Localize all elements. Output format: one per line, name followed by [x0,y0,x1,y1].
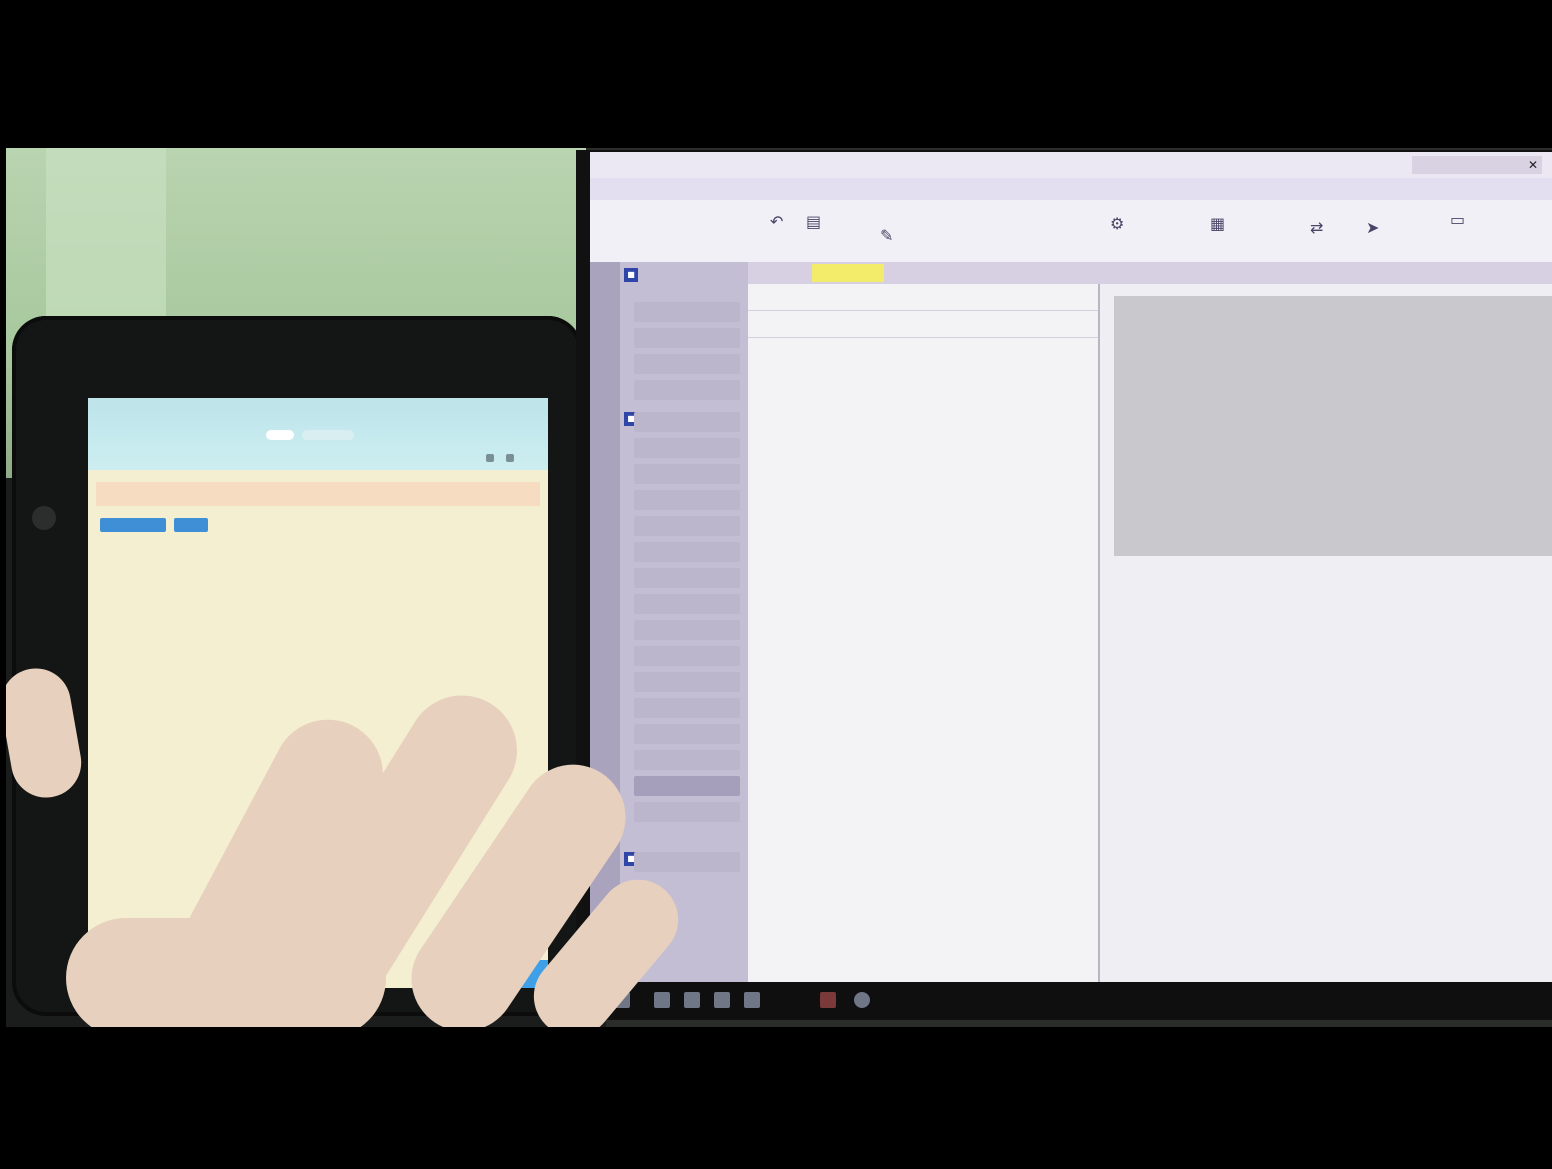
ribbon-toolbar: ↶ ▤ ✎ ⚙ ▦ ⇄ ➤ ▭ [590,200,1552,263]
content-tab[interactable] [758,264,774,282]
send-icon[interactable]: ➤ [1366,218,1379,237]
taskbar-app-icon[interactable] [744,992,760,1008]
nav-item[interactable] [634,302,740,322]
tool-icon-2[interactable]: ▦ [1210,214,1225,233]
titlebar-search[interactable] [1412,156,1542,174]
nav-item[interactable] [634,646,740,666]
app-titlebar: ✕ [590,152,1552,178]
windows-taskbar [590,982,1552,1018]
nav-item[interactable] [634,542,740,562]
tablet-secondary-button[interactable] [174,518,208,532]
nav-item[interactable] [634,620,740,640]
letterbox-bottom [0,1027,1552,1169]
video-frame: ✕ ↶ ▤ ✎ ⚙ ▦ ⇄ ➤ ▭ ■ ■ ■ [0,0,1552,1169]
nav-item[interactable] [634,438,740,458]
nav-item[interactable] [634,698,740,718]
detail-preview [1114,296,1552,556]
tablet-button-row [96,518,540,534]
nav-item[interactable] [634,354,740,374]
tool-icon[interactable]: ⚙ [1110,214,1124,233]
taskbar-app-icon[interactable] [854,992,870,1008]
close-icon[interactable]: ✕ [1528,152,1538,178]
nav-item[interactable] [634,750,740,770]
taskbar-app-icon[interactable] [820,992,836,1008]
nav-item-active[interactable] [634,776,740,796]
share-icon[interactable]: ⇄ [1310,218,1323,237]
tablet-status-bar [88,398,548,410]
desktop-screen: ✕ ↶ ▤ ✎ ⚙ ▦ ⇄ ➤ ▭ ■ ■ ■ [590,152,1552,982]
list-row[interactable] [748,311,1098,338]
taskbar-app-icon[interactable] [714,992,730,1008]
taskbar-app-icon[interactable] [654,992,670,1008]
tablet-camera [32,506,56,530]
folder-icon[interactable]: ▤ [806,212,821,231]
content-tab[interactable] [958,264,974,282]
nav-section-icon[interactable]: ■ [624,268,638,282]
tablet-icon-a[interactable] [486,454,494,462]
tablet-tab-pill[interactable] [266,430,294,440]
message-list [748,284,1100,982]
letterbox-top [0,0,1552,148]
tablet-search-field[interactable] [96,482,540,506]
nav-item[interactable] [634,724,740,744]
content-tab[interactable] [888,264,904,282]
nav-item[interactable] [634,464,740,484]
tablet-primary-button[interactable] [100,518,166,532]
taskbar-app-icon[interactable] [684,992,700,1008]
content-tab[interactable] [1398,264,1414,282]
nav-item[interactable] [634,594,740,614]
content-tab-highlighted[interactable] [812,264,884,282]
photo-scene: ✕ ↶ ▤ ✎ ⚙ ▦ ⇄ ➤ ▭ ■ ■ ■ [6,148,1552,1027]
content-area [748,262,1552,982]
content-tab[interactable] [1218,264,1234,282]
window-icon[interactable]: ▭ [1450,210,1465,229]
content-tab[interactable] [1478,264,1494,282]
nav-item[interactable] [634,490,740,510]
tablet-app-header [88,410,548,470]
ribbon-tab-bar [590,178,1552,200]
content-tab[interactable] [1108,264,1124,282]
nav-item[interactable] [634,516,740,536]
nav-item[interactable] [634,852,740,872]
hand-palm [66,918,386,1027]
navigation-pane: ■ ■ ■ [620,262,748,982]
nav-item[interactable] [634,380,740,400]
undo-icon[interactable]: ↶ [770,212,783,231]
nav-item[interactable] [634,412,740,432]
nav-item[interactable] [634,672,740,692]
laptop-monitor: ✕ ↶ ▤ ✎ ⚙ ▦ ⇄ ➤ ▭ ■ ■ ■ [576,150,1552,1020]
list-row[interactable] [748,284,1098,311]
nav-item[interactable] [634,802,740,822]
format-icon[interactable]: ✎ [880,226,893,245]
nav-item[interactable] [634,568,740,588]
tablet-tab-pill-2[interactable] [302,430,354,440]
content-tab[interactable] [1308,264,1324,282]
tablet-icon-b[interactable] [506,454,514,462]
detail-pane [1100,284,1552,982]
content-tab-bar [748,262,1552,284]
nav-item[interactable] [634,328,740,348]
content-tab[interactable] [1038,264,1054,282]
